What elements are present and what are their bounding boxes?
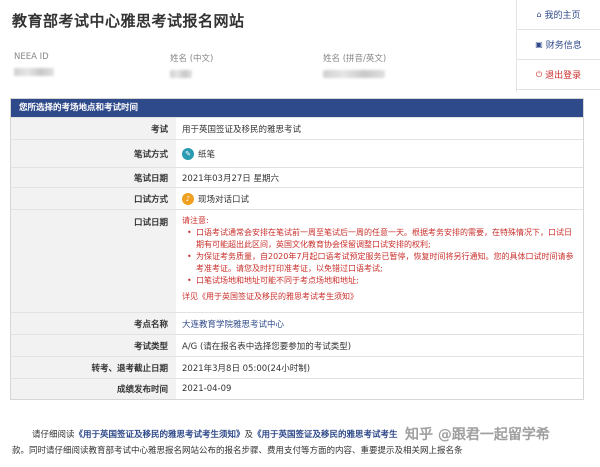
bottom-link-2[interactable]: 《用于英国签证及移民的雅思考试考生 [253, 430, 398, 440]
sidebar: ⌂ 我的主页 ▣ 财务信息 ⏻ 退出登录 [516, 0, 600, 92]
row-value: ♪ 现场对话口试 [176, 188, 583, 209]
venue-link[interactable]: 大连教育学院雅思考试中心 [182, 318, 284, 330]
row-value: A/G (请在报名表中选择您要参加的考试类型) [182, 341, 352, 352]
oral-mode-value: 现场对话口试 [198, 194, 250, 205]
row-label: 考点名称 [11, 313, 176, 334]
row-mode: 笔试方式 ✎ 纸笔 [11, 139, 583, 167]
row-deadline: 转考、退考截止日期 2021年3月8日 05:00(24小时制) [11, 356, 583, 378]
row-oral-date: 口试日期 请注意: 口语考试通常会安排在笔试前一周至笔试后一周的任意一天。根据考… [11, 209, 583, 312]
sidebar-item-label: 我的主页 [544, 11, 581, 21]
sidebar-item-label: 退出登录 [545, 71, 582, 81]
row-label: 转考、退考截止日期 [11, 357, 176, 378]
notice-list: 口语考试通常会安排在笔试前一周至笔试后一周的任意一天。根据考务安排的需要，在特殊… [182, 227, 577, 287]
site-title: 教育部考试中心雅思考试报名网站 [12, 12, 245, 30]
notice-item: 口笔试场地和地址可能不同于考点场地和地址; [182, 275, 577, 287]
detail-line: 详见《用于英国签证及移民的雅思考试考生须知》 [182, 291, 358, 303]
notice-item: 口语考试通常会安排在笔试前一周至笔试后一周的任意一天。根据考务安排的需要，在特殊… [182, 227, 577, 251]
row-label: 口试方式 [11, 188, 176, 209]
name-cn-block: 姓名 (中文) [170, 52, 213, 78]
neea-id-block: NEEA ID [14, 52, 54, 76]
neea-id-label: NEEA ID [14, 52, 49, 62]
detail-prefix: 详见 [182, 292, 198, 301]
power-icon: ⏻ [535, 69, 543, 79]
sidebar-item-logout[interactable]: ⏻ 退出登录 [517, 60, 600, 90]
sidebar-item-finance[interactable]: ▣ 财务信息 [517, 30, 600, 60]
watermark: 知乎 @跟君一起留学希 [405, 427, 550, 443]
row-value: 2021-04-09 [182, 384, 232, 394]
notice-title: 请注意: [182, 216, 209, 225]
mode-value: 纸笔 [198, 149, 216, 160]
name-en-label: 姓名 (拼音/英文) [323, 54, 387, 64]
row-label: 考试类型 [11, 335, 176, 356]
row-written-date: 笔试日期 2021年03月27日 星期六 [11, 167, 583, 187]
name-cn-value [170, 70, 213, 78]
neea-id-value [14, 68, 54, 76]
row-label: 笔试方式 [11, 140, 176, 167]
home-icon: ⌂ [536, 10, 542, 19]
row-type: 考试类型 A/G (请在报名表中选择您要参加的考试类型) [11, 334, 583, 356]
row-value: 用于英国签证及移民的雅思考试 [182, 124, 302, 135]
row-value: 大连教育学院雅思考试中心 [176, 313, 583, 334]
bottom-line-2: 款。同时请仔细阅读教育部考试中心雅思报名网站公布的报名步骤、费用支付等方面的内容… [12, 446, 463, 456]
name-cn-label: 姓名 (中文) [170, 54, 214, 64]
row-oral-mode: 口试方式 ♪ 现场对话口试 [11, 187, 583, 209]
bottom-link-1[interactable]: 《用于英国签证及移民的雅思考试考生须知》 [75, 430, 245, 440]
bottom-and: 及 [244, 430, 254, 440]
row-label: 笔试日期 [11, 168, 176, 187]
briefcase-icon: ▣ [535, 40, 543, 49]
row-value: 2021年03月27日 星期六 [182, 173, 279, 184]
row-venue: 考点名称 大连教育学院雅思考试中心 [11, 312, 583, 334]
notice-item: 为保证考务质量，自2020年7月起口语考试预定服务已暂停，恢复时间将另行通知。您… [182, 251, 577, 275]
oral-date-notice: 请注意: 口语考试通常会安排在笔试前一周至笔试后一周的任意一天。根据考务安排的需… [176, 210, 583, 312]
candidate-notice-link[interactable]: 《用于英国签证及移民的雅思考试考生须知》 [198, 292, 358, 301]
bottom-prefix: 请仔细阅读 [32, 430, 75, 440]
row-label: 口试日期 [11, 210, 176, 312]
name-en-value [323, 70, 386, 78]
row-results: 成绩发布时间 2021-04-09 [11, 378, 583, 399]
exam-info-panel: 您所选择的考场地点和考试时间 考试 用于英国签证及移民的雅思考试 笔试方式 ✎ … [10, 98, 584, 400]
row-exam: 考试 用于英国签证及移民的雅思考试 [11, 117, 583, 139]
speaker-icon: ♪ [182, 192, 194, 205]
row-label: 成绩发布时间 [11, 379, 176, 399]
sidebar-item-label: 财务信息 [545, 41, 582, 51]
pen-icon: ✎ [182, 147, 194, 160]
header-area: 教育部考试中心雅思考试报名网站 NEEA ID 姓名 (中文) 姓名 (拼音/英… [0, 0, 515, 92]
name-en-block: 姓名 (拼音/英文) [323, 52, 386, 78]
row-label: 考试 [11, 118, 176, 139]
row-value: 2021年3月8日 05:00(24小时制) [182, 363, 311, 374]
panel-title: 您所选择的考场地点和考试时间 [11, 99, 583, 117]
sidebar-item-home[interactable]: ⌂ 我的主页 [517, 0, 600, 30]
row-value: ✎ 纸笔 [176, 140, 583, 167]
